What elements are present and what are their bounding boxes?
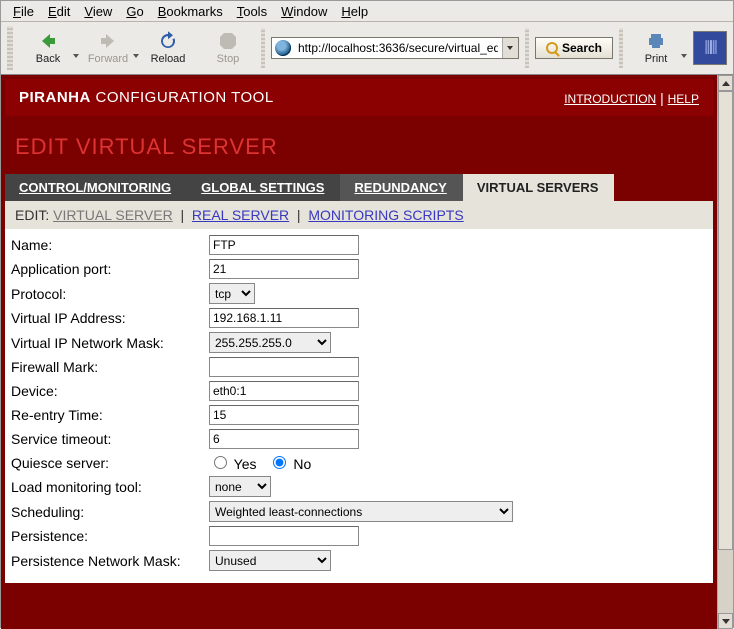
back-arrow-icon bbox=[38, 31, 58, 51]
stop-label: Stop bbox=[217, 53, 240, 65]
menu-bookmarks[interactable]: Bookmarks bbox=[152, 3, 229, 20]
reload-label: Reload bbox=[151, 53, 186, 65]
label-protocol: Protocol: bbox=[11, 286, 209, 302]
address-bar bbox=[271, 37, 519, 59]
subnav-edit-label: EDIT: bbox=[15, 207, 49, 223]
label-reentry: Re-entry Time: bbox=[11, 407, 209, 423]
page-heading: EDIT VIRTUAL SERVER bbox=[5, 116, 713, 174]
banner: PIRANHA CONFIGURATION TOOL INTRODUCTION … bbox=[5, 79, 713, 116]
radio-quiesce-no[interactable] bbox=[273, 456, 286, 469]
menu-file[interactable]: File bbox=[7, 3, 40, 20]
input-persistence[interactable] bbox=[209, 526, 359, 546]
link-help[interactable]: HELP bbox=[668, 92, 699, 106]
search-label: Search bbox=[562, 41, 602, 55]
forward-button[interactable]: Forward bbox=[81, 26, 135, 70]
label-loadmon: Load monitoring tool: bbox=[11, 479, 209, 495]
input-reentry[interactable] bbox=[209, 405, 359, 425]
label-pmask: Persistence Network Mask: bbox=[11, 553, 209, 569]
reload-button[interactable]: Reload bbox=[141, 26, 195, 70]
label-vmask: Virtual IP Network Mask: bbox=[11, 335, 209, 351]
url-dropdown[interactable] bbox=[502, 38, 518, 58]
label-timeout: Service timeout: bbox=[11, 431, 209, 447]
subnav-real-server[interactable]: REAL SERVER bbox=[192, 207, 289, 223]
tab-global-settings[interactable]: GLOBAL SETTINGS bbox=[187, 174, 340, 201]
forward-label: Forward bbox=[88, 53, 128, 65]
menu-tools[interactable]: Tools bbox=[231, 3, 273, 20]
label-fwmark: Firewall Mark: bbox=[11, 359, 209, 375]
reload-icon bbox=[158, 31, 178, 51]
toolbar: Back Forward Reload Stop Search Print ⫴⫴ bbox=[1, 22, 733, 75]
toolbar-separator-3 bbox=[619, 28, 623, 68]
menubar: File Edit View Go Bookmarks Tools Window… bbox=[1, 1, 733, 22]
throbber-icon: ⫴⫴ bbox=[693, 31, 727, 65]
brand-bold: PIRANHA bbox=[19, 89, 91, 106]
radio-quiesce-yes[interactable] bbox=[214, 456, 227, 469]
subnav-virtual-server[interactable]: VIRTUAL SERVER bbox=[53, 207, 173, 223]
toolbar-separator-2 bbox=[525, 28, 529, 68]
input-name[interactable] bbox=[209, 235, 359, 255]
input-app-port[interactable] bbox=[209, 259, 359, 279]
toolbar-separator bbox=[261, 28, 265, 68]
scroll-up-button[interactable] bbox=[718, 75, 733, 91]
brand-rest: CONFIGURATION TOOL bbox=[91, 89, 274, 106]
input-vip[interactable] bbox=[209, 308, 359, 328]
menu-help[interactable]: Help bbox=[335, 3, 374, 20]
globe-icon bbox=[275, 40, 291, 56]
radio-quiesce-yes-wrap[interactable]: Yes bbox=[209, 453, 256, 472]
main-tabs: CONTROL/MONITORING GLOBAL SETTINGS REDUN… bbox=[5, 174, 713, 201]
stop-button[interactable]: Stop bbox=[201, 26, 255, 70]
label-persist: Persistence: bbox=[11, 528, 209, 544]
label-quiesce: Quiesce server: bbox=[11, 455, 209, 471]
link-introduction[interactable]: INTRODUCTION bbox=[564, 92, 656, 106]
tab-redundancy[interactable]: REDUNDANCY bbox=[340, 174, 462, 201]
print-label: Print bbox=[645, 53, 668, 65]
label-sched: Scheduling: bbox=[11, 504, 209, 520]
select-loadmon[interactable]: none bbox=[209, 476, 271, 497]
scroll-thumb[interactable] bbox=[718, 91, 733, 550]
toolbar-grip bbox=[7, 26, 13, 70]
scroll-track[interactable] bbox=[718, 91, 733, 613]
vertical-scrollbar[interactable] bbox=[717, 75, 733, 629]
back-label: Back bbox=[36, 53, 60, 65]
input-timeout[interactable] bbox=[209, 429, 359, 449]
select-vmask[interactable]: 255.255.255.0 bbox=[209, 332, 331, 353]
forward-arrow-icon bbox=[98, 31, 118, 51]
select-scheduling[interactable]: Weighted least-connections bbox=[209, 501, 513, 522]
menu-window[interactable]: Window bbox=[275, 3, 333, 20]
url-input[interactable] bbox=[294, 38, 502, 58]
tab-virtual-servers[interactable]: VIRTUAL SERVERS bbox=[463, 174, 615, 201]
input-fwmark[interactable] bbox=[209, 357, 359, 377]
menu-view[interactable]: View bbox=[78, 3, 118, 20]
banner-links: INTRODUCTION | HELP bbox=[564, 90, 699, 106]
select-protocol[interactable]: tcp bbox=[209, 283, 255, 304]
label-name: Name: bbox=[11, 237, 209, 253]
label-vip: Virtual IP Address: bbox=[11, 310, 209, 326]
virtual-server-form: Name: Application port: Protocol: tcp Vi… bbox=[5, 229, 713, 583]
address-input-wrap[interactable] bbox=[271, 37, 519, 59]
select-pmask[interactable]: Unused bbox=[209, 550, 331, 571]
menu-go[interactable]: Go bbox=[120, 3, 149, 20]
brand-title: PIRANHA CONFIGURATION TOOL bbox=[19, 89, 274, 106]
input-device[interactable] bbox=[209, 381, 359, 401]
scroll-down-button[interactable] bbox=[718, 613, 733, 629]
radio-quiesce-no-wrap[interactable]: No bbox=[268, 453, 311, 472]
page-viewport: PIRANHA CONFIGURATION TOOL INTRODUCTION … bbox=[1, 75, 717, 629]
back-button[interactable]: Back bbox=[21, 26, 75, 70]
search-button[interactable]: Search bbox=[535, 37, 613, 59]
sub-nav: EDIT: VIRTUAL SERVER | REAL SERVER | MON… bbox=[5, 201, 713, 229]
menu-edit[interactable]: Edit bbox=[42, 3, 76, 20]
print-icon bbox=[646, 31, 666, 51]
search-icon bbox=[546, 42, 558, 54]
label-device: Device: bbox=[11, 383, 209, 399]
stop-icon bbox=[218, 31, 238, 51]
print-button[interactable]: Print bbox=[629, 26, 683, 70]
subnav-monitoring-scripts[interactable]: MONITORING SCRIPTS bbox=[308, 207, 463, 223]
tab-control-monitoring[interactable]: CONTROL/MONITORING bbox=[5, 174, 187, 201]
label-app-port: Application port: bbox=[11, 261, 209, 277]
